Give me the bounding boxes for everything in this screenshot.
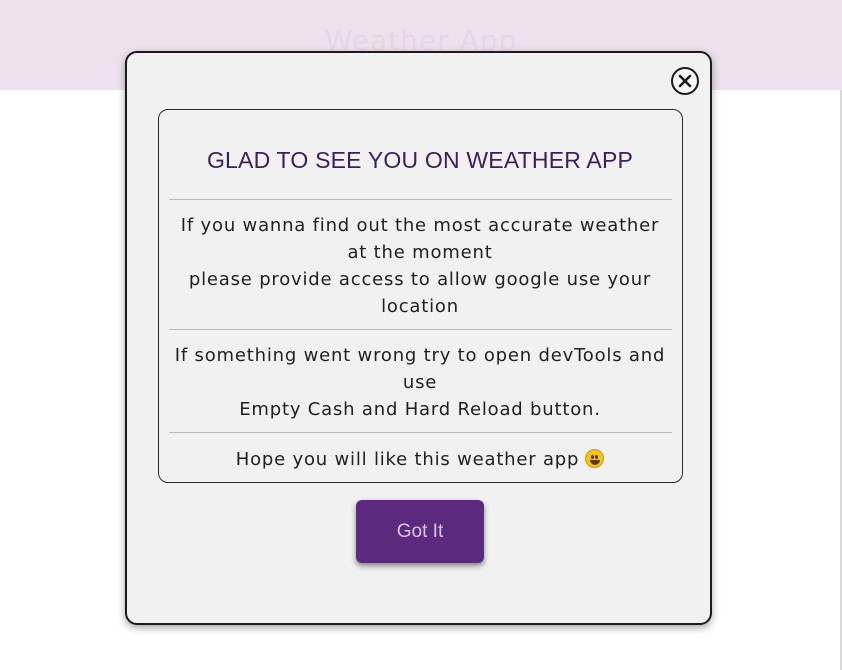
- location-message: If you wanna find out the most accurate …: [171, 212, 669, 320]
- got-it-button[interactable]: Got It: [356, 500, 484, 563]
- closing-message-text: Hope you will like this weather app: [235, 449, 580, 470]
- divider: [169, 432, 672, 433]
- modal-heading: GLAD TO SEE YOU ON WEATHER APP: [206, 147, 634, 173]
- divider: [169, 329, 672, 330]
- troubleshoot-message-line1: If something went wrong try to open devT…: [174, 345, 666, 393]
- close-icon: [678, 74, 692, 88]
- troubleshoot-message-line2: Empty Cash and Hard Reload button.: [239, 399, 601, 420]
- divider: [169, 199, 672, 200]
- info-box: GLAD TO SEE YOU ON WEATHER APP If you wa…: [158, 109, 683, 483]
- closing-message: Hope you will like this weather app: [171, 446, 669, 473]
- welcome-modal: GLAD TO SEE YOU ON WEATHER APP If you wa…: [125, 51, 712, 625]
- close-button[interactable]: [671, 67, 699, 95]
- location-message-line2: please provide access to allow google us…: [188, 269, 652, 317]
- troubleshoot-message: If something went wrong try to open devT…: [171, 342, 669, 423]
- smiling-face-icon: [585, 449, 605, 468]
- location-message-line1: If you wanna find out the most accurate …: [180, 215, 660, 263]
- page: Weather App GLAD TO SEE YOU ON WEATHER A…: [0, 0, 842, 670]
